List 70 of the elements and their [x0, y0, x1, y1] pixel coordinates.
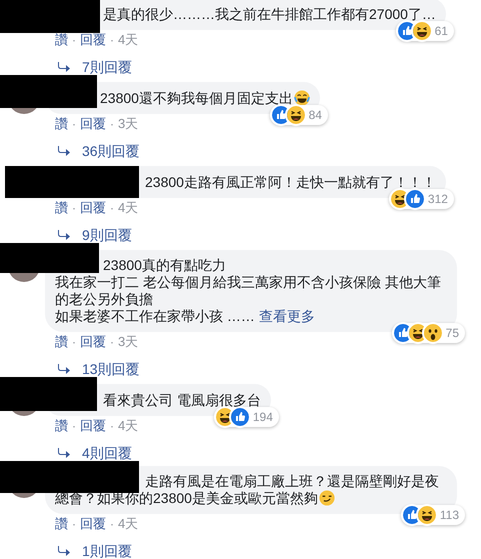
like-link[interactable]: 讚: [55, 334, 68, 350]
reply-arrow-icon: [58, 62, 70, 72]
reply-link[interactable]: 回覆: [80, 116, 106, 132]
comment-time: 3天: [118, 334, 138, 350]
comment-time: 4天: [118, 516, 138, 532]
thumbs-up-icon: [394, 324, 412, 342]
separator-dot: ·: [110, 116, 114, 132]
view-replies-link[interactable]: 7則回覆: [82, 59, 132, 75]
separator-dot: ·: [72, 32, 76, 48]
view-replies-link[interactable]: 4則回覆: [82, 445, 132, 461]
laughing-face-icon: [286, 106, 305, 124]
reaction-count: 61: [434, 23, 448, 40]
comment-time: 3天: [118, 116, 138, 132]
thumbs-up-icon: [272, 106, 290, 124]
laughing-face-icon: [408, 324, 427, 342]
reaction-count: 75: [446, 325, 459, 342]
view-replies-link[interactable]: 13則回覆: [82, 361, 140, 377]
reaction-count: 84: [308, 107, 322, 124]
comment-time: 4天: [118, 200, 138, 216]
separator-dot: ·: [110, 334, 114, 350]
comment-time: 4天: [118, 32, 138, 48]
reaction-count: 194: [252, 409, 273, 426]
reply-link[interactable]: 回覆: [80, 516, 106, 532]
reply-arrow-icon: [58, 146, 70, 156]
comment-text: 是真的很少………我之前在牛排館工作都有27000了…: [102, 5, 436, 23]
separator-dot: ·: [72, 334, 76, 350]
comment-text: 看來貴公司 電風扇很多台: [102, 391, 261, 409]
comment-text: 如果老婆不工作在家帶小孩 …… 查看更多: [55, 308, 316, 325]
thumbs-up-icon: [398, 22, 416, 40]
reply-link[interactable]: 回覆: [80, 418, 106, 434]
separator-dot: ·: [110, 200, 114, 216]
thumbs-up-icon: [230, 408, 249, 426]
like-link[interactable]: 讚: [55, 116, 68, 132]
reply-link[interactable]: 回覆: [80, 32, 106, 48]
separator-dot: ·: [72, 418, 76, 434]
comment-text: 我在家一打二 老公每個月給我三萬家用不含小孩保險 其他大筆的老公另外負擔: [55, 274, 442, 308]
reaction-count: 312: [428, 191, 448, 208]
comment-time: 4天: [118, 418, 138, 434]
separator-dot: ·: [72, 116, 76, 132]
thumbs-up-icon: [402, 506, 421, 524]
separator-dot: ·: [110, 516, 114, 532]
thumbs-up-icon: [406, 190, 424, 208]
comment-text: 23800真的有點吃力: [102, 257, 227, 274]
reaction-count: 113: [440, 507, 459, 524]
reply-link[interactable]: 回覆: [80, 200, 106, 216]
laughing-face-icon: [418, 506, 436, 524]
view-replies-link[interactable]: 9則回覆: [82, 227, 132, 243]
like-link[interactable]: 讚: [55, 418, 68, 434]
comment-text: 23800走路有風正常阿！走快一點就有了！！！: [144, 173, 436, 191]
like-link[interactable]: 讚: [55, 32, 68, 48]
separator-dot: ·: [72, 200, 76, 216]
smirking-face-emoji-icon: [318, 490, 335, 506]
reply-arrow-icon: [58, 546, 70, 556]
reply-link[interactable]: 回覆: [80, 334, 106, 350]
reply-arrow-icon: [58, 230, 70, 240]
separator-dot: ·: [72, 516, 76, 532]
see-more-link[interactable]: 查看更多: [258, 308, 315, 324]
like-link[interactable]: 讚: [55, 200, 68, 216]
separator-dot: ·: [110, 418, 114, 434]
separator-dot: ·: [110, 32, 114, 48]
tears-of-joy-emoji-icon: [294, 90, 310, 106]
laughing-face-icon: [390, 190, 409, 208]
reply-arrow-icon: [58, 448, 70, 458]
reply-arrow-icon: [58, 364, 70, 374]
view-replies-link[interactable]: 36則回覆: [82, 143, 140, 159]
surprised-face-icon: [424, 324, 442, 342]
like-link[interactable]: 讚: [55, 516, 68, 532]
laughing-face-icon: [412, 22, 431, 40]
laughing-face-icon: [216, 408, 234, 426]
view-replies-link[interactable]: 1則回覆: [82, 543, 132, 559]
